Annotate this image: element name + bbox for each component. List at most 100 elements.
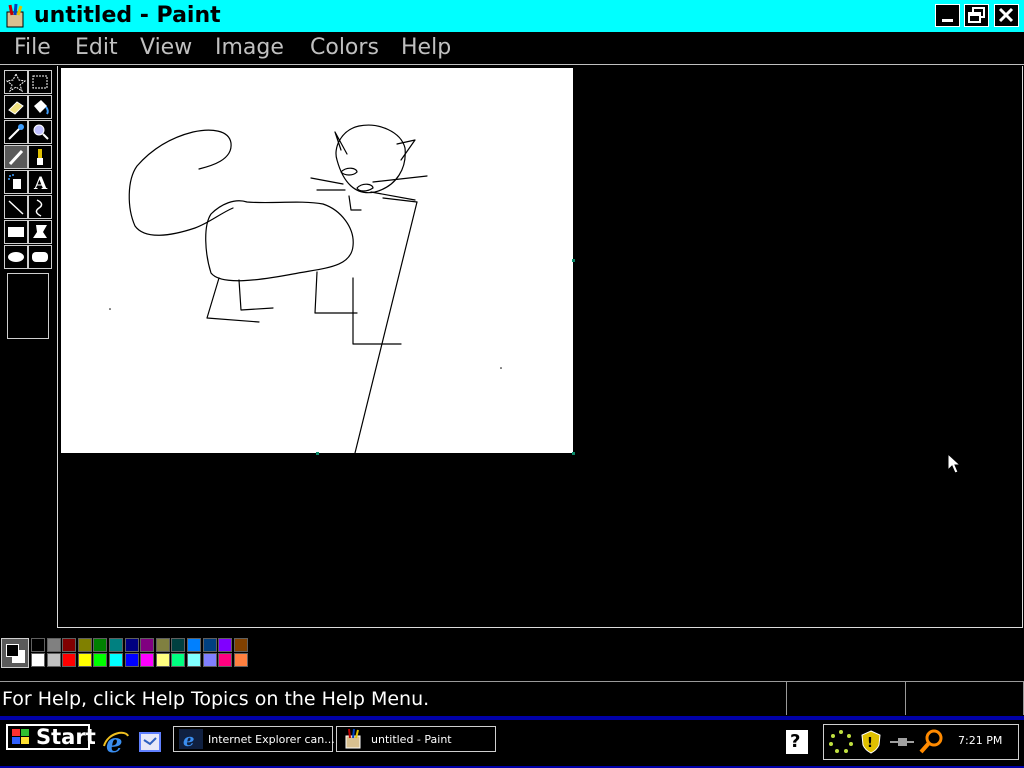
palette-swatch[interactable] <box>234 653 248 667</box>
palette-swatch[interactable] <box>171 638 185 652</box>
palette-swatch[interactable] <box>187 638 201 652</box>
magnifier-icon <box>33 124 49 140</box>
palette-swatch[interactable] <box>171 653 185 667</box>
ellipse-tool[interactable] <box>4 245 28 269</box>
restore-button[interactable] <box>964 4 989 27</box>
network-cable-icon[interactable] <box>888 729 916 755</box>
taskbar-item-label: untitled - Paint <box>371 733 452 746</box>
palette-swatch[interactable] <box>234 638 248 652</box>
palette-swatch[interactable] <box>125 653 139 667</box>
internet-explorer-icon: e <box>103 729 129 759</box>
menu-divider <box>0 64 1024 65</box>
palette-swatch[interactable] <box>78 638 92 652</box>
palette-swatch[interactable] <box>109 638 123 652</box>
search-magnifier-icon[interactable] <box>918 728 946 756</box>
taskbar-item-label: Internet Explorer can... <box>208 733 335 746</box>
select-tool[interactable] <box>28 70 52 94</box>
rectangle-icon <box>8 227 24 237</box>
palette-swatch[interactable] <box>218 653 232 667</box>
menu-help[interactable]: Help <box>401 35 451 61</box>
rounded-rectangle-tool[interactable] <box>28 245 52 269</box>
current-colors-indicator[interactable] <box>1 638 29 668</box>
close-icon <box>998 7 1014 23</box>
text-icon: A <box>33 174 48 193</box>
quick-launch-ie[interactable]: e <box>102 728 130 759</box>
palette-swatch[interactable] <box>47 653 61 667</box>
palette-swatch[interactable] <box>109 653 123 667</box>
curve-icon <box>35 199 43 217</box>
help-button[interactable]: ? <box>786 730 808 754</box>
palette-swatch[interactable] <box>62 653 76 667</box>
toolbox: A <box>0 66 56 628</box>
menu-image[interactable]: Image <box>215 35 284 61</box>
start-button[interactable]: Start <box>6 724 96 750</box>
menu-view[interactable]: View <box>140 35 192 61</box>
cat-drawing <box>109 124 502 454</box>
quick-launch-desktop[interactable] <box>136 728 164 756</box>
taskbar-item-paint[interactable]: untitled - Paint <box>336 726 496 752</box>
text-tool[interactable]: A <box>28 170 52 194</box>
magnifier-tool[interactable] <box>28 120 52 144</box>
palette-swatch[interactable] <box>156 638 170 652</box>
rectangle-tool[interactable] <box>4 220 28 244</box>
free-form-select-tool[interactable] <box>4 70 28 94</box>
show-desktop-icon <box>139 732 161 752</box>
rect-select-icon <box>32 75 48 89</box>
palette-swatch[interactable] <box>93 653 107 667</box>
title-bar[interactable]: untitled - Paint <box>0 0 1024 32</box>
paint-icon <box>345 728 361 749</box>
palette-swatch[interactable] <box>31 638 45 652</box>
svg-text:e: e <box>183 730 194 750</box>
drawing-canvas[interactable] <box>61 68 573 454</box>
palette-swatch[interactable] <box>218 638 232 652</box>
loading-spinner-icon[interactable] <box>828 729 854 755</box>
palette-swatch[interactable] <box>140 638 154 652</box>
tool-options-box[interactable] <box>7 273 49 339</box>
line-icon <box>8 200 24 215</box>
brush-tool[interactable] <box>28 145 52 169</box>
resize-handle-right[interactable] <box>572 259 575 262</box>
menu-edit[interactable]: Edit <box>75 35 118 61</box>
airbrush-tool[interactable] <box>4 170 28 194</box>
palette-swatch[interactable] <box>47 638 61 652</box>
polygon-tool[interactable] <box>28 220 52 244</box>
minimize-button[interactable] <box>935 4 960 27</box>
window-title: untitled - Paint <box>34 3 221 28</box>
start-label: Start <box>36 725 96 749</box>
palette-swatch[interactable] <box>62 638 76 652</box>
palette-swatch[interactable] <box>78 653 92 667</box>
paint-app-icon[interactable] <box>4 3 28 29</box>
pick-color-tool[interactable] <box>4 120 28 144</box>
menu-file[interactable]: File <box>14 35 51 61</box>
resize-handle-bottom[interactable] <box>316 452 319 455</box>
status-pane-coordinates <box>786 682 906 715</box>
pencil-tool[interactable] <box>4 145 28 169</box>
security-shield-icon[interactable]: ! <box>858 729 884 755</box>
palette-swatch[interactable] <box>125 638 139 652</box>
palette-swatch[interactable] <box>187 653 201 667</box>
palette-swatch[interactable] <box>93 638 107 652</box>
palette-swatch[interactable] <box>203 653 217 667</box>
palette-swatch[interactable] <box>31 653 45 667</box>
brush-icon <box>37 149 43 165</box>
palette-swatch[interactable] <box>156 653 170 667</box>
taskbar-clock[interactable]: 7:21 PM <box>958 734 1002 748</box>
close-button[interactable] <box>994 4 1019 27</box>
polygon-icon <box>33 225 47 238</box>
resize-handle-corner[interactable] <box>572 452 575 455</box>
curve-tool[interactable] <box>28 195 52 219</box>
taskbar-item-internet-explorer[interactable]: e Internet Explorer can... <box>173 726 335 752</box>
star-select-icon <box>5 72 27 93</box>
eraser-tool[interactable] <box>4 95 28 119</box>
palette-swatch[interactable] <box>203 638 217 652</box>
airbrush-icon <box>8 174 21 189</box>
status-bar: For Help, click Help Topics on the Help … <box>0 681 1024 715</box>
palette-swatch[interactable] <box>140 653 154 667</box>
status-help-text: For Help, click Help Topics on the Help … <box>2 688 430 710</box>
line-tool[interactable] <box>4 195 28 219</box>
eraser-icon <box>8 101 24 115</box>
fill-tool[interactable] <box>28 95 52 119</box>
pencil-icon <box>8 149 24 166</box>
menu-colors[interactable]: Colors <box>310 35 379 61</box>
minimize-icon <box>942 19 953 22</box>
